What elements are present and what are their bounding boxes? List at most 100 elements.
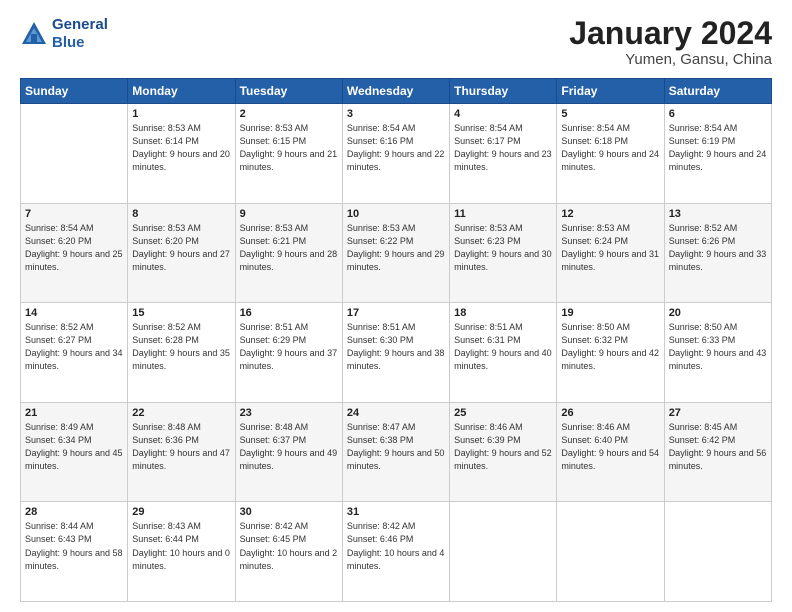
sunrise-text: Sunrise: 8:53 AM	[561, 223, 630, 233]
table-row: 17 Sunrise: 8:51 AM Sunset: 6:30 PM Dayl…	[342, 303, 449, 403]
daylight-text: Daylight: 9 hours and 50 minutes.	[347, 448, 445, 471]
sunrise-text: Sunrise: 8:54 AM	[561, 123, 630, 133]
day-info: Sunrise: 8:54 AM Sunset: 6:20 PM Dayligh…	[25, 222, 123, 274]
header: General Blue January 2024 Yumen, Gansu, …	[20, 16, 772, 68]
sunset-text: Sunset: 6:14 PM	[132, 136, 199, 146]
sunset-text: Sunset: 6:37 PM	[240, 435, 307, 445]
table-row: 10 Sunrise: 8:53 AM Sunset: 6:22 PM Dayl…	[342, 203, 449, 303]
day-info: Sunrise: 8:53 AM Sunset: 6:24 PM Dayligh…	[561, 222, 659, 274]
table-row: 29 Sunrise: 8:43 AM Sunset: 6:44 PM Dayl…	[128, 502, 235, 602]
day-info: Sunrise: 8:47 AM Sunset: 6:38 PM Dayligh…	[347, 421, 445, 473]
day-number: 14	[25, 307, 123, 319]
day-number: 13	[669, 208, 767, 220]
table-row: 8 Sunrise: 8:53 AM Sunset: 6:20 PM Dayli…	[128, 203, 235, 303]
table-row: 12 Sunrise: 8:53 AM Sunset: 6:24 PM Dayl…	[557, 203, 664, 303]
day-info: Sunrise: 8:53 AM Sunset: 6:14 PM Dayligh…	[132, 122, 230, 174]
table-row: 14 Sunrise: 8:52 AM Sunset: 6:27 PM Dayl…	[21, 303, 128, 403]
col-tuesday: Tuesday	[235, 79, 342, 104]
sunrise-text: Sunrise: 8:54 AM	[347, 123, 416, 133]
day-number: 29	[132, 506, 230, 518]
col-saturday: Saturday	[664, 79, 771, 104]
table-row: 22 Sunrise: 8:48 AM Sunset: 6:36 PM Dayl…	[128, 402, 235, 502]
sunset-text: Sunset: 6:38 PM	[347, 435, 414, 445]
sunset-text: Sunset: 6:43 PM	[25, 534, 92, 544]
day-info: Sunrise: 8:43 AM Sunset: 6:44 PM Dayligh…	[132, 520, 230, 572]
week-row-4: 28 Sunrise: 8:44 AM Sunset: 6:43 PM Dayl…	[21, 502, 772, 602]
day-number: 16	[240, 307, 338, 319]
sunrise-text: Sunrise: 8:51 AM	[240, 322, 309, 332]
sunrise-text: Sunrise: 8:52 AM	[25, 322, 94, 332]
sunset-text: Sunset: 6:26 PM	[669, 236, 736, 246]
day-info: Sunrise: 8:52 AM Sunset: 6:28 PM Dayligh…	[132, 321, 230, 373]
page: General Blue January 2024 Yumen, Gansu, …	[0, 0, 792, 612]
day-info: Sunrise: 8:53 AM Sunset: 6:23 PM Dayligh…	[454, 222, 552, 274]
day-number: 1	[132, 108, 230, 120]
day-number: 24	[347, 407, 445, 419]
sunset-text: Sunset: 6:15 PM	[240, 136, 307, 146]
day-number: 18	[454, 307, 552, 319]
daylight-text: Daylight: 9 hours and 33 minutes.	[669, 249, 767, 272]
sunset-text: Sunset: 6:39 PM	[454, 435, 521, 445]
daylight-text: Daylight: 9 hours and 22 minutes.	[347, 149, 445, 172]
day-info: Sunrise: 8:44 AM Sunset: 6:43 PM Dayligh…	[25, 520, 123, 572]
logo-icon	[20, 20, 48, 48]
table-row: 4 Sunrise: 8:54 AM Sunset: 6:17 PM Dayli…	[450, 104, 557, 204]
day-number: 11	[454, 208, 552, 220]
day-info: Sunrise: 8:50 AM Sunset: 6:32 PM Dayligh…	[561, 321, 659, 373]
day-number: 30	[240, 506, 338, 518]
col-thursday: Thursday	[450, 79, 557, 104]
day-info: Sunrise: 8:42 AM Sunset: 6:46 PM Dayligh…	[347, 520, 445, 572]
sunset-text: Sunset: 6:29 PM	[240, 335, 307, 345]
sunrise-text: Sunrise: 8:53 AM	[132, 123, 201, 133]
logo-text: General Blue	[52, 16, 108, 52]
day-info: Sunrise: 8:52 AM Sunset: 6:26 PM Dayligh…	[669, 222, 767, 274]
sunset-text: Sunset: 6:30 PM	[347, 335, 414, 345]
sunrise-text: Sunrise: 8:43 AM	[132, 521, 201, 531]
daylight-text: Daylight: 9 hours and 31 minutes.	[561, 249, 659, 272]
table-row: 11 Sunrise: 8:53 AM Sunset: 6:23 PM Dayl…	[450, 203, 557, 303]
week-row-2: 14 Sunrise: 8:52 AM Sunset: 6:27 PM Dayl…	[21, 303, 772, 403]
day-info: Sunrise: 8:42 AM Sunset: 6:45 PM Dayligh…	[240, 520, 338, 572]
sunset-text: Sunset: 6:24 PM	[561, 236, 628, 246]
table-row: 24 Sunrise: 8:47 AM Sunset: 6:38 PM Dayl…	[342, 402, 449, 502]
day-info: Sunrise: 8:54 AM Sunset: 6:18 PM Dayligh…	[561, 122, 659, 174]
day-info: Sunrise: 8:54 AM Sunset: 6:19 PM Dayligh…	[669, 122, 767, 174]
day-number: 19	[561, 307, 659, 319]
day-number: 25	[454, 407, 552, 419]
day-info: Sunrise: 8:51 AM Sunset: 6:31 PM Dayligh…	[454, 321, 552, 373]
sunset-text: Sunset: 6:44 PM	[132, 534, 199, 544]
sunrise-text: Sunrise: 8:51 AM	[454, 322, 523, 332]
sunrise-text: Sunrise: 8:54 AM	[25, 223, 94, 233]
table-row: 30 Sunrise: 8:42 AM Sunset: 6:45 PM Dayl…	[235, 502, 342, 602]
logo-line1: General	[52, 16, 108, 33]
week-row-0: 1 Sunrise: 8:53 AM Sunset: 6:14 PM Dayli…	[21, 104, 772, 204]
daylight-text: Daylight: 9 hours and 29 minutes.	[347, 249, 445, 272]
col-friday: Friday	[557, 79, 664, 104]
day-number: 7	[25, 208, 123, 220]
table-row: 23 Sunrise: 8:48 AM Sunset: 6:37 PM Dayl…	[235, 402, 342, 502]
daylight-text: Daylight: 9 hours and 42 minutes.	[561, 348, 659, 371]
sunrise-text: Sunrise: 8:53 AM	[132, 223, 201, 233]
daylight-text: Daylight: 9 hours and 56 minutes.	[669, 448, 767, 471]
sunrise-text: Sunrise: 8:45 AM	[669, 422, 738, 432]
sunset-text: Sunset: 6:21 PM	[240, 236, 307, 246]
table-row: 13 Sunrise: 8:52 AM Sunset: 6:26 PM Dayl…	[664, 203, 771, 303]
day-info: Sunrise: 8:48 AM Sunset: 6:37 PM Dayligh…	[240, 421, 338, 473]
daylight-text: Daylight: 9 hours and 54 minutes.	[561, 448, 659, 471]
day-info: Sunrise: 8:50 AM Sunset: 6:33 PM Dayligh…	[669, 321, 767, 373]
table-row: 15 Sunrise: 8:52 AM Sunset: 6:28 PM Dayl…	[128, 303, 235, 403]
sunset-text: Sunset: 6:22 PM	[347, 236, 414, 246]
day-info: Sunrise: 8:46 AM Sunset: 6:40 PM Dayligh…	[561, 421, 659, 473]
table-row: 1 Sunrise: 8:53 AM Sunset: 6:14 PM Dayli…	[128, 104, 235, 204]
sunrise-text: Sunrise: 8:46 AM	[561, 422, 630, 432]
daylight-text: Daylight: 9 hours and 25 minutes.	[25, 249, 123, 272]
sunset-text: Sunset: 6:18 PM	[561, 136, 628, 146]
sunrise-text: Sunrise: 8:53 AM	[240, 123, 309, 133]
table-row	[21, 104, 128, 204]
day-info: Sunrise: 8:53 AM Sunset: 6:15 PM Dayligh…	[240, 122, 338, 174]
sunset-text: Sunset: 6:19 PM	[669, 136, 736, 146]
week-row-1: 7 Sunrise: 8:54 AM Sunset: 6:20 PM Dayli…	[21, 203, 772, 303]
sunset-text: Sunset: 6:33 PM	[669, 335, 736, 345]
table-row: 28 Sunrise: 8:44 AM Sunset: 6:43 PM Dayl…	[21, 502, 128, 602]
col-monday: Monday	[128, 79, 235, 104]
